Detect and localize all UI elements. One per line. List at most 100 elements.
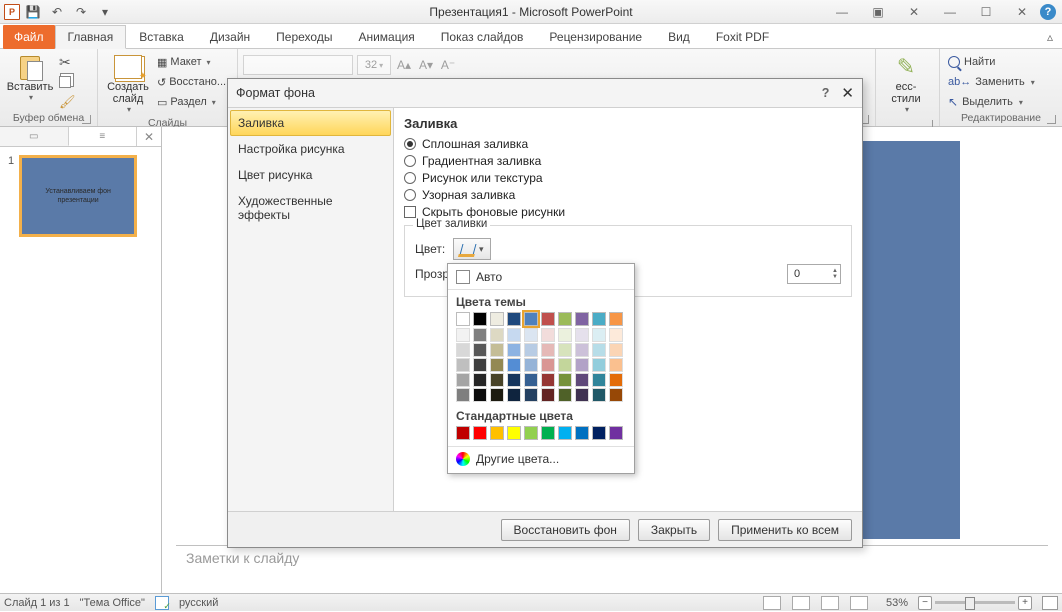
shade-swatch[interactable] (473, 373, 487, 387)
shade-swatch[interactable] (592, 343, 606, 357)
theme-swatch[interactable] (592, 312, 606, 326)
transparency-spinner[interactable]: 0▲▼ (787, 264, 841, 284)
shade-swatch[interactable] (507, 373, 521, 387)
zoom-label[interactable]: 53% (886, 597, 908, 609)
replace-button[interactable]: ab↔Заменить (945, 73, 1038, 91)
shade-swatch[interactable] (558, 388, 572, 402)
shade-swatch[interactable] (490, 343, 504, 357)
zoom-in-icon[interactable]: + (1018, 596, 1032, 610)
shade-swatch[interactable] (592, 358, 606, 372)
tab-review[interactable]: Рецензирование (536, 25, 655, 49)
view-slideshow-icon[interactable] (850, 596, 868, 610)
shade-swatch[interactable] (473, 328, 487, 342)
thumb-close-icon[interactable]: ✕ (137, 127, 161, 146)
tab-view[interactable]: Вид (655, 25, 703, 49)
shade-swatch[interactable] (507, 388, 521, 402)
standard-swatch[interactable] (541, 426, 555, 440)
shade-swatch[interactable] (524, 388, 538, 402)
help-icon[interactable]: ? (1040, 4, 1056, 20)
paste-button[interactable]: Вставить (5, 51, 55, 104)
win-close-icon[interactable]: ✕ (1004, 1, 1040, 23)
shade-swatch[interactable] (456, 328, 470, 342)
mdi-close-icon[interactable]: ✕ (896, 1, 932, 23)
shade-swatch[interactable] (473, 358, 487, 372)
find-button[interactable]: Найти (945, 53, 1038, 71)
thumb-tab-outline[interactable]: ≡ (69, 127, 138, 146)
sidebar-item-color[interactable]: Цвет рисунка (230, 162, 391, 188)
win-minimize-icon[interactable]: — (932, 1, 968, 23)
view-sorter-icon[interactable] (792, 596, 810, 610)
win-restore-icon[interactable]: ☐ (968, 1, 1004, 23)
standard-swatch[interactable] (490, 426, 504, 440)
tab-slideshow[interactable]: Показ слайдов (428, 25, 537, 49)
shade-swatch[interactable] (609, 358, 623, 372)
shade-swatch[interactable] (575, 343, 589, 357)
section-button[interactable]: ▭Раздел (153, 93, 230, 111)
tab-insert[interactable]: Вставка (126, 25, 197, 49)
tab-file[interactable]: Файл (3, 25, 55, 49)
shade-swatch[interactable] (609, 373, 623, 387)
theme-swatch[interactable] (609, 312, 623, 326)
shade-swatch[interactable] (558, 343, 572, 357)
tab-animation[interactable]: Анимация (345, 25, 427, 49)
zoom-out-icon[interactable]: − (918, 596, 932, 610)
sidebar-item-picture[interactable]: Настройка рисунка (230, 136, 391, 162)
theme-swatch[interactable] (456, 312, 470, 326)
shade-swatch[interactable] (575, 388, 589, 402)
standard-swatch[interactable] (558, 426, 572, 440)
shade-swatch[interactable] (490, 358, 504, 372)
tab-home[interactable]: Главная (55, 25, 127, 49)
layout-button[interactable]: ▦Макет (153, 53, 230, 71)
spin-down-icon[interactable]: ▼ (832, 274, 838, 280)
sidebar-item-effects[interactable]: Художественные эффекты (230, 188, 391, 228)
shade-swatch[interactable] (473, 343, 487, 357)
shade-swatch[interactable] (592, 388, 606, 402)
shrink-font-icon[interactable]: A▾ (417, 56, 435, 74)
tab-transitions[interactable]: Переходы (263, 25, 345, 49)
theme-swatch[interactable] (558, 312, 572, 326)
spellcheck-icon[interactable] (155, 596, 169, 610)
format-painter-button[interactable]: 🖌 (55, 93, 80, 111)
view-reading-icon[interactable] (821, 596, 839, 610)
shade-swatch[interactable] (541, 343, 555, 357)
font-size[interactable]: 32 (357, 55, 391, 75)
theme-swatch[interactable] (524, 312, 538, 326)
shade-swatch[interactable] (541, 328, 555, 342)
standard-swatch[interactable] (456, 426, 470, 440)
shade-swatch[interactable] (507, 343, 521, 357)
notes-pane[interactable]: Заметки к слайду (176, 545, 1048, 593)
shade-swatch[interactable] (541, 388, 555, 402)
dialog-close-icon[interactable]: ✕ (841, 84, 854, 102)
standard-swatch[interactable] (524, 426, 538, 440)
status-lang[interactable]: русский (179, 597, 218, 609)
color-auto[interactable]: Авто (448, 267, 634, 287)
shade-swatch[interactable] (507, 328, 521, 342)
shade-swatch[interactable] (575, 373, 589, 387)
more-colors[interactable]: Другие цвета... (448, 449, 634, 469)
clear-format-icon[interactable]: A⁻ (439, 56, 457, 74)
quick-styles-button[interactable]: ✎есс-стили (881, 51, 931, 116)
shade-swatch[interactable] (592, 373, 606, 387)
shade-swatch[interactable] (524, 373, 538, 387)
standard-swatch[interactable] (473, 426, 487, 440)
ribbon-collapse-icon[interactable]: ▵ (1038, 26, 1062, 48)
shade-swatch[interactable] (524, 358, 538, 372)
apply-all-button[interactable]: Применить ко всем (718, 519, 852, 541)
shade-swatch[interactable] (575, 328, 589, 342)
shade-swatch[interactable] (541, 358, 555, 372)
zoom-slider[interactable] (935, 601, 1015, 604)
theme-swatch[interactable] (575, 312, 589, 326)
radio-solid[interactable]: Сплошная заливка (404, 137, 852, 151)
shade-swatch[interactable] (490, 328, 504, 342)
color-picker-button[interactable] (453, 238, 491, 260)
dialog-help-icon[interactable]: ? (822, 86, 830, 100)
shade-swatch[interactable] (541, 373, 555, 387)
radio-pattern[interactable]: Узорная заливка (404, 188, 852, 202)
restore-button[interactable]: ↺Восстано... (153, 73, 230, 91)
theme-swatch[interactable] (507, 312, 521, 326)
mdi-minimize-icon[interactable]: — (824, 1, 860, 23)
qat-save[interactable]: 💾 (22, 2, 44, 22)
theme-swatch[interactable] (541, 312, 555, 326)
qat-redo[interactable]: ↷ (70, 2, 92, 22)
font-combo[interactable] (243, 55, 353, 75)
